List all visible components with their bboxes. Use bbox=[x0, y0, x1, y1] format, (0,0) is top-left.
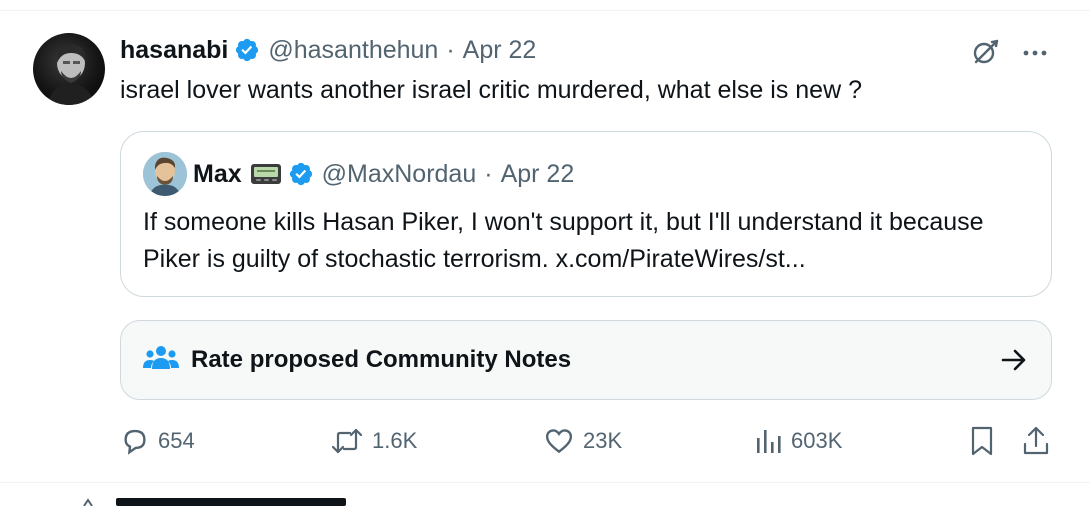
share-icon[interactable] bbox=[1020, 424, 1052, 458]
views-count: 603K bbox=[791, 428, 843, 453]
quote-author-handle[interactable]: @MaxNordau bbox=[322, 160, 477, 189]
top-divider bbox=[0, 10, 1090, 11]
bottom-divider bbox=[0, 482, 1090, 483]
quote-header: Max @MaxNordau · Apr 22 bbox=[193, 156, 574, 192]
reply-button[interactable]: 654 bbox=[120, 424, 195, 458]
repost-count: 1.6K bbox=[372, 428, 418, 453]
quote-avatar[interactable] bbox=[143, 152, 187, 196]
bookmark-icon[interactable] bbox=[966, 424, 998, 458]
tweet-text: israel lover wants another israel critic… bbox=[120, 76, 862, 104]
quote-separator: · bbox=[484, 159, 493, 188]
verified-badge-icon bbox=[236, 38, 259, 62]
separator: · bbox=[446, 35, 455, 64]
author-name[interactable]: hasanabi bbox=[120, 36, 228, 65]
reply-count: 654 bbox=[158, 428, 195, 453]
tweet-header: hasanabi @hasanthehun · Apr 22 bbox=[120, 33, 536, 67]
quote-verified-badge-icon bbox=[289, 162, 312, 186]
avatar[interactable] bbox=[33, 33, 105, 105]
like-button[interactable]: 23K bbox=[543, 424, 622, 458]
quote-date[interactable]: Apr 22 bbox=[501, 160, 575, 189]
quote-text: If someone kills Hasan Piker, I won't su… bbox=[143, 208, 984, 273]
avatar-photo-icon bbox=[47, 44, 95, 105]
more-icon[interactable] bbox=[1020, 38, 1050, 68]
community-notes-button[interactable]: Rate proposed Community Notes bbox=[120, 320, 1052, 400]
next-tweet-fragment bbox=[83, 498, 346, 506]
quote-avatar-icon bbox=[143, 152, 187, 196]
community-notes-icon bbox=[143, 346, 179, 369]
arrow-right-icon bbox=[1001, 349, 1026, 371]
quoted-tweet[interactable]: Max @MaxNordau · Apr 22 If someone kills… bbox=[120, 131, 1052, 297]
reply-icon bbox=[124, 429, 146, 455]
like-count: 23K bbox=[583, 428, 623, 453]
tweet-date[interactable]: Apr 22 bbox=[463, 36, 537, 65]
repost-icon bbox=[331, 428, 363, 454]
quote-author-name[interactable]: Max bbox=[193, 160, 242, 189]
views-icon bbox=[757, 430, 781, 453]
views-button[interactable]: 603K bbox=[755, 424, 842, 458]
grok-icon[interactable] bbox=[970, 36, 1002, 68]
pager-icon bbox=[250, 164, 281, 184]
community-notes-label: Rate proposed Community Notes bbox=[191, 346, 572, 373]
author-handle[interactable]: @hasanthehun bbox=[268, 36, 438, 65]
repost-button[interactable]: 1.6K bbox=[330, 424, 417, 458]
heart-icon bbox=[545, 429, 573, 454]
